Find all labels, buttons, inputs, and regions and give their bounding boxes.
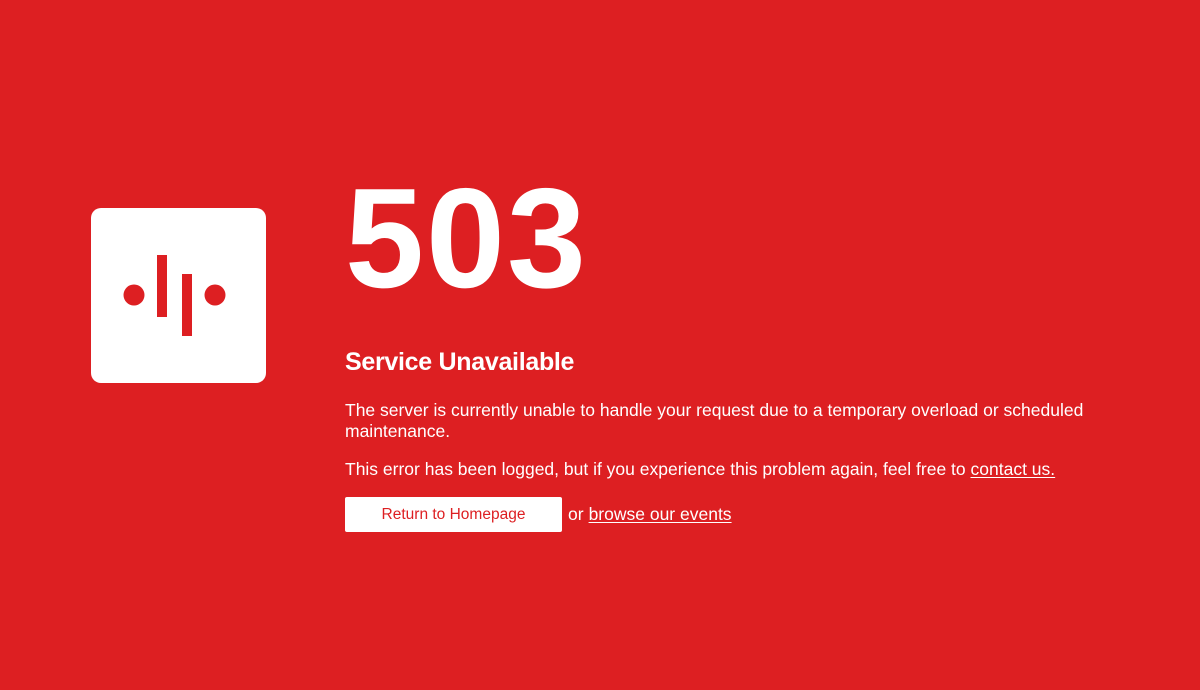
error-logged-text: This error has been logged, but if you e… [345,459,971,479]
error-actions: Return to Homepage or browse our events [345,497,732,532]
or-text: or [568,504,584,524]
contact-us-link[interactable]: contact us. [971,459,1056,479]
error-title: Service Unavailable [345,348,575,376]
return-home-button[interactable]: Return to Homepage [345,497,562,532]
bars-and-dots-logo-icon [123,255,226,336]
site-logo [91,208,266,383]
error-code: 503 [345,159,588,318]
error-logged-message: This error has been logged, but if you e… [345,459,1055,480]
browse-events-link[interactable]: browse our events [589,504,732,525]
error-message: The server is currently unable to handle… [345,400,1084,441]
